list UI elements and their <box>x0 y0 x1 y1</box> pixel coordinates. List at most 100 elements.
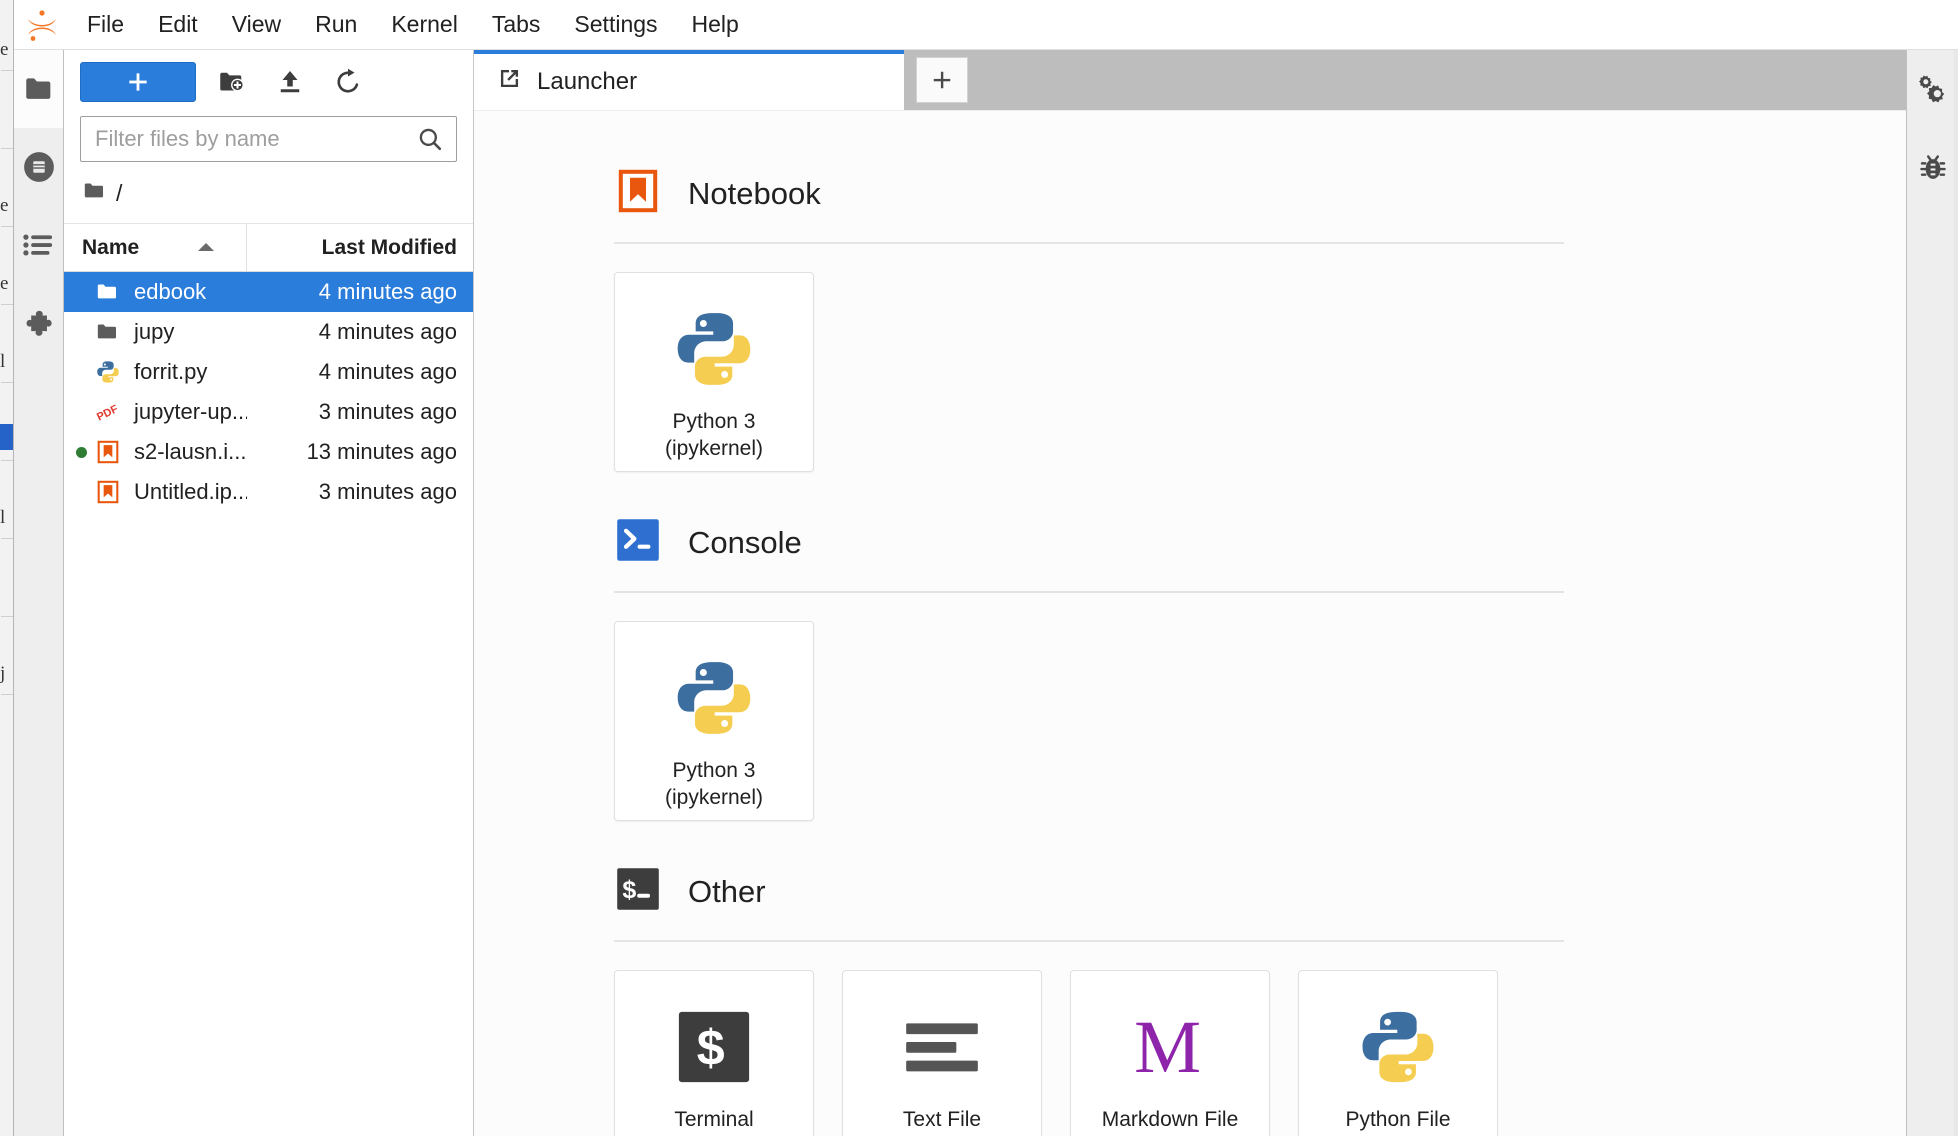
main-area: / Name Last Modified <box>14 50 1958 1136</box>
sidebar-item-debugger[interactable] <box>1907 128 1958 206</box>
menu-file[interactable]: File <box>70 0 141 50</box>
column-header-last-modified[interactable]: Last Modified <box>247 224 473 271</box>
folder-icon <box>25 78 50 99</box>
bug-icon <box>1919 155 1946 179</box>
menu-edit[interactable]: Edit <box>141 0 215 50</box>
file-name: s2-lausn.i... <box>134 439 247 464</box>
section-title: Notebook <box>688 175 821 211</box>
python-icon <box>90 359 126 385</box>
launcher-icon <box>496 65 523 99</box>
launcher-card-python-file[interactable]: Python File <box>1298 970 1498 1136</box>
menu-tabs[interactable]: Tabs <box>475 0 558 50</box>
background-text-fragment: l <box>0 351 6 372</box>
menu-run[interactable]: Run <box>298 0 374 50</box>
menu-help[interactable]: Help <box>675 0 756 50</box>
section-header: Console <box>614 516 1906 569</box>
filter-files-field[interactable] <box>80 116 457 162</box>
card-row: Python 3 (ipykernel) <box>614 272 1906 472</box>
table-row[interactable]: edbook 4 minutes ago <box>64 272 473 312</box>
launcher-card-label: Text File <box>902 1108 982 1131</box>
menu-help-label: Help <box>691 11 739 37</box>
refresh-icon <box>337 68 359 93</box>
gears-icon <box>1918 75 1944 103</box>
background-line-fragment <box>1 460 13 461</box>
section-title: Other <box>688 873 766 909</box>
table-row[interactable]: s2-lausn.i... 13 minutes ago <box>64 432 473 472</box>
puzzle-icon <box>26 310 52 336</box>
background-line-fragment <box>1 148 13 149</box>
sidebar-item-property-inspector[interactable] <box>1907 50 1958 128</box>
table-row[interactable]: PDF jupyter-up... 3 minutes ago <box>64 392 473 432</box>
file-name: Untitled.ip... <box>134 479 247 504</box>
menu-kernel-label: Kernel <box>391 11 458 37</box>
launcher-card-label: Python File <box>1345 1108 1451 1131</box>
tab-launcher-label: Launcher <box>537 68 638 95</box>
sidebar-item-extensions[interactable] <box>14 284 63 362</box>
python-icon <box>670 648 758 748</box>
file-modified: 3 minutes ago <box>318 399 457 424</box>
launcher-section-notebook: Notebook Python 3 (ipykernel) <box>614 167 1906 472</box>
right-activity-bar <box>1906 50 1958 1136</box>
table-row[interactable]: forrit.py 4 minutes ago <box>64 352 473 392</box>
jupyter-logo-icon <box>14 0 70 50</box>
filter-wrapper <box>64 112 473 172</box>
svg-text:PDF: PDF <box>95 403 120 424</box>
file-list-header: Name Last Modified <box>64 224 473 272</box>
menu-edit-label: Edit <box>158 11 198 37</box>
table-row[interactable]: Untitled.ip... 3 minutes ago <box>64 472 473 512</box>
upload-icon <box>280 71 300 93</box>
column-header-name-label: Name <box>82 235 140 259</box>
menu-settings[interactable]: Settings <box>557 0 674 50</box>
card-line1: Python 3 <box>672 759 756 782</box>
launcher-card-terminal[interactable]: $ Terminal <box>614 970 814 1136</box>
column-header-name[interactable]: Name <box>64 224 247 271</box>
refresh-button[interactable] <box>326 62 370 102</box>
list-icon <box>22 234 52 256</box>
jupyterlab-window: File Edit View Run Kernel Tabs Settings … <box>14 0 1958 1136</box>
file-modified: 4 minutes ago <box>318 319 457 344</box>
menu-kernel[interactable]: Kernel <box>374 0 474 50</box>
file-modified: 4 minutes ago <box>318 359 457 384</box>
menu-view[interactable]: View <box>215 0 298 50</box>
new-launcher-button[interactable] <box>80 62 196 102</box>
sidebar-item-commands[interactable] <box>14 206 63 284</box>
upload-button[interactable] <box>268 62 312 102</box>
python-icon <box>670 299 758 399</box>
notebook-icon <box>90 479 126 505</box>
add-tab-button[interactable] <box>916 57 968 103</box>
launcher-card-text-file[interactable]: Text File <box>842 970 1042 1136</box>
file-name: forrit.py <box>134 359 208 384</box>
tab-launcher[interactable]: Launcher <box>474 50 904 110</box>
launcher-card-python3-console[interactable]: Python 3 (ipykernel) <box>614 621 814 821</box>
menu-view-label: View <box>231 11 282 37</box>
sidebar-item-running[interactable] <box>14 128 63 206</box>
breadcrumb[interactable]: / <box>64 172 473 224</box>
background-line-fragment <box>1 538 13 539</box>
sidebar-item-file-browser[interactable] <box>14 50 63 128</box>
menu-tabs-label: Tabs <box>491 11 541 37</box>
background-text-fragment: j <box>0 663 6 684</box>
background-line-fragment <box>1 70 13 71</box>
table-row[interactable]: jupy 4 minutes ago <box>64 312 473 352</box>
file-browser-panel: / Name Last Modified <box>64 50 474 1136</box>
search-input[interactable] <box>81 117 416 161</box>
menu-settings-label: Settings <box>574 11 658 37</box>
section-divider <box>614 940 1564 942</box>
background-selection-fragment <box>0 424 13 450</box>
background-text-fragment: l <box>0 507 6 528</box>
section-title: Console <box>688 524 802 560</box>
breadcrumb-path: / <box>116 180 123 206</box>
file-list: edbook 4 minutes ago jupy 4 minutes ago <box>64 272 473 1136</box>
section-header: $ Other <box>614 865 1906 918</box>
file-name: jupyter-up... <box>134 399 247 424</box>
new-folder-icon <box>220 72 244 92</box>
launcher-card-python3-notebook[interactable]: Python 3 (ipykernel) <box>614 272 814 472</box>
svg-text:M: M <box>1134 1006 1201 1089</box>
new-folder-button[interactable] <box>210 62 254 102</box>
background-line-fragment <box>1 382 13 383</box>
launcher-card-markdown-file[interactable]: M Markdown File <box>1070 970 1270 1136</box>
background-line-fragment <box>1 226 13 227</box>
file-modified: 13 minutes ago <box>306 439 457 464</box>
terminal-icon: $ <box>614 865 662 918</box>
file-modified: 3 minutes ago <box>318 479 457 504</box>
